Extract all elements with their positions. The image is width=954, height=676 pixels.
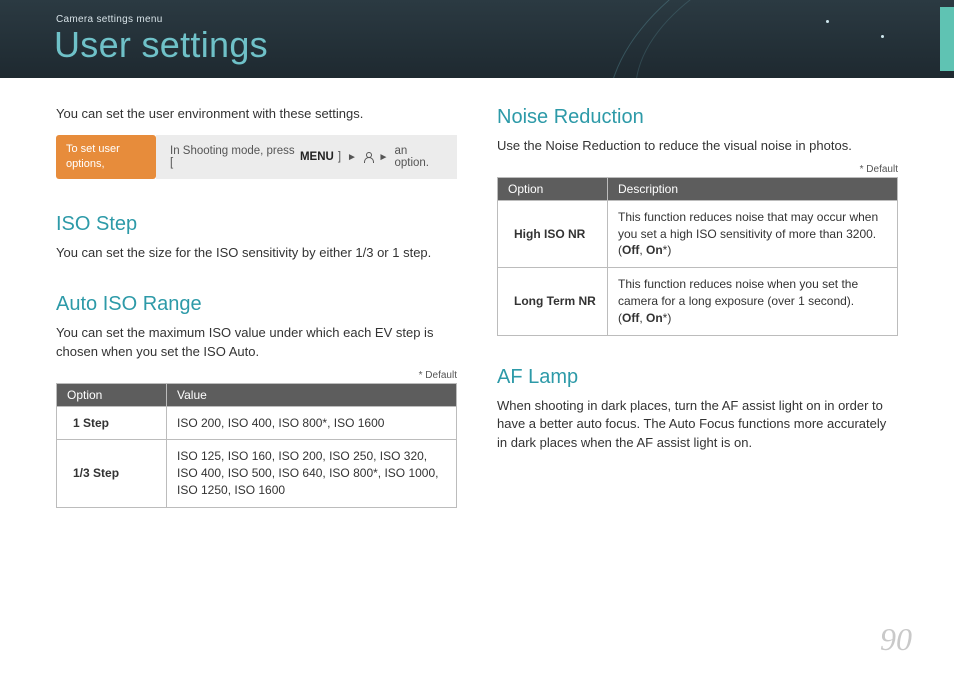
table-header: Description (608, 177, 898, 200)
noise-reduction-section: Noise Reduction Use the Noise Reduction … (497, 106, 898, 336)
iso-step-heading: ISO Step (56, 213, 457, 236)
instruction-badge: To set user options, (56, 135, 156, 179)
auto-iso-heading: Auto ISO Range (56, 293, 457, 316)
menu-key-label: MENU (300, 151, 334, 163)
noise-reduction-heading: Noise Reduction (497, 106, 898, 129)
triangle-right-icon: ► (345, 152, 359, 163)
table-header-row: Option Value (57, 383, 457, 406)
section-tab-accent (940, 7, 954, 71)
desc-line: This function reduces noise when you set… (618, 277, 858, 308)
iso-step-description: You can set the size for the ISO sensiti… (56, 244, 457, 263)
table-row: High ISO NR This function reduces noise … (498, 200, 898, 267)
right-column: Noise Reduction Use the Noise Reduction … (497, 106, 898, 538)
triangle-right-icon: ► (377, 152, 391, 163)
option-cell: 1/3 Step (57, 440, 167, 507)
af-lamp-section: AF Lamp When shooting in dark places, tu… (497, 366, 898, 454)
star-suffix: *) (663, 311, 672, 325)
off-label: Off (622, 243, 639, 257)
on-label: On (646, 311, 663, 325)
iso-step-section: ISO Step You can set the size for the IS… (56, 213, 457, 263)
value-cell: ISO 200, ISO 400, ISO 800*, ISO 1600 (167, 406, 457, 440)
content-area: You can set the user environment with th… (0, 78, 954, 538)
table-row: 1/3 Step ISO 125, ISO 160, ISO 200, ISO … (57, 440, 457, 507)
on-label: On (646, 243, 663, 257)
sep: , (639, 311, 646, 325)
option-cell: 1 Step (57, 406, 167, 440)
sep: , (639, 243, 646, 257)
table-header: Option (498, 177, 608, 200)
description-cell: This function reduces noise when you set… (608, 268, 898, 335)
auto-iso-table: Option Value 1 Step ISO 200, ISO 400, IS… (56, 383, 457, 508)
off-label: Off (622, 311, 639, 325)
instruction-suffix: an option. (394, 145, 443, 169)
table-header-row: Option Description (498, 177, 898, 200)
instruction-body: In Shooting mode, press [ MENU] ► ► an op… (156, 135, 457, 179)
noise-reduction-description: Use the Noise Reduction to reduce the vi… (497, 137, 898, 156)
table-row: Long Term NR This function reduces noise… (498, 268, 898, 335)
option-cell: Long Term NR (498, 268, 608, 335)
star-suffix: *) (663, 243, 672, 257)
page-number: 90 (880, 621, 912, 658)
noise-reduction-table: Option Description High ISO NR This func… (497, 177, 898, 336)
decor-star (826, 20, 829, 23)
page-header: Camera settings menu User settings (0, 0, 954, 78)
left-column: You can set the user environment with th… (56, 106, 457, 538)
decor-star (881, 35, 884, 38)
af-lamp-heading: AF Lamp (497, 366, 898, 389)
instruction-prefix: In Shooting mode, press [ (170, 145, 296, 169)
default-note: * Default (56, 370, 457, 381)
auto-iso-description: You can set the maximum ISO value under … (56, 324, 457, 362)
option-cell: High ISO NR (498, 200, 608, 267)
table-header: Value (167, 383, 457, 406)
instruction-mid: ] (338, 151, 341, 163)
instruction-callout: To set user options, In Shooting mode, p… (56, 135, 457, 179)
table-header: Option (57, 383, 167, 406)
table-row: 1 Step ISO 200, ISO 400, ISO 800*, ISO 1… (57, 406, 457, 440)
af-lamp-description: When shooting in dark places, turn the A… (497, 397, 898, 454)
user-icon (363, 152, 373, 163)
description-cell: This function reduces noise that may occ… (608, 200, 898, 267)
auto-iso-section: Auto ISO Range You can set the maximum I… (56, 293, 457, 508)
intro-text: You can set the user environment with th… (56, 106, 457, 121)
page-title: User settings (54, 24, 268, 66)
value-cell: ISO 125, ISO 160, ISO 200, ISO 250, ISO … (167, 440, 457, 507)
desc-line: This function reduces noise that may occ… (618, 210, 878, 241)
default-note: * Default (497, 164, 898, 175)
